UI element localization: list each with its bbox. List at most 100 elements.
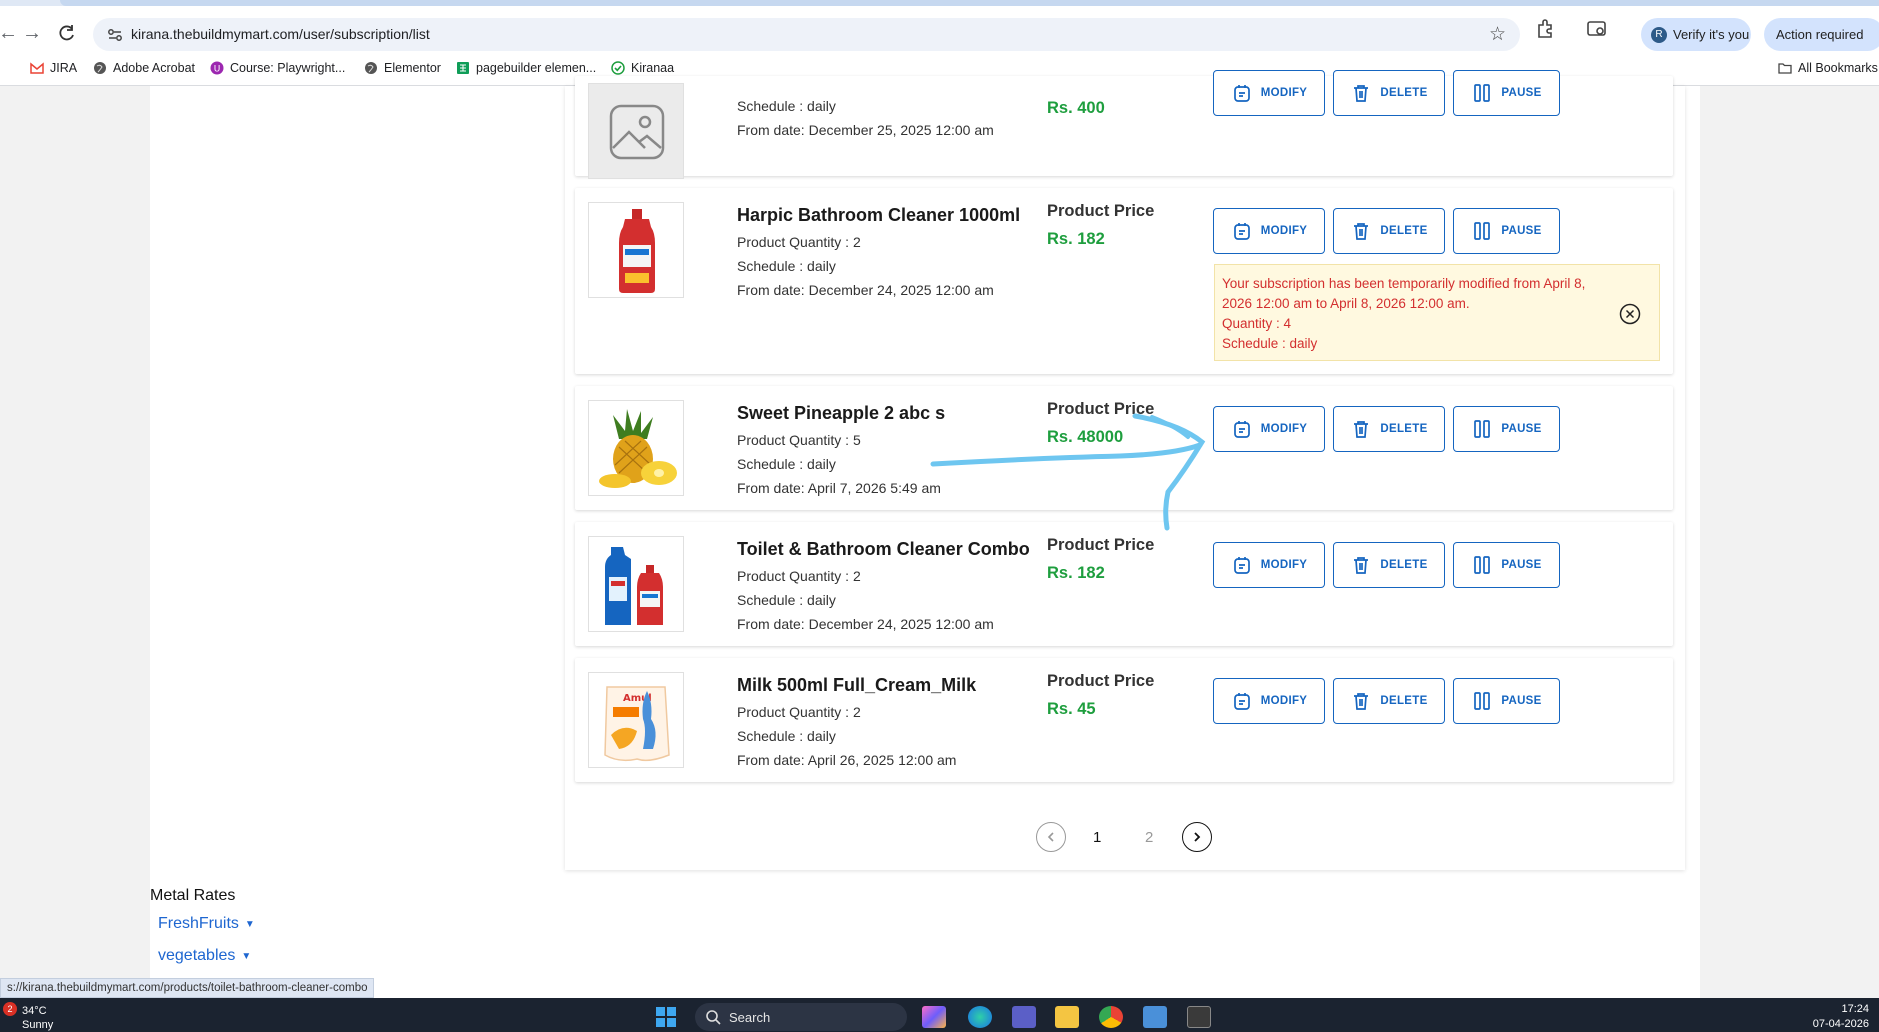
- notepad-icon[interactable]: [1143, 1006, 1167, 1028]
- delete-button[interactable]: DELETE: [1333, 406, 1445, 452]
- modify-button[interactable]: MODIFY: [1213, 406, 1325, 452]
- file-explorer-icon[interactable]: [1055, 1006, 1079, 1028]
- teams-icon[interactable]: [1012, 1006, 1036, 1028]
- product-name[interactable]: Harpic Bathroom Cleaner 1000ml: [737, 205, 1020, 226]
- product-name[interactable]: Sweet Pineapple 2 abc s: [737, 403, 945, 424]
- extensions-icon[interactable]: [1534, 17, 1558, 41]
- schedule-text: Schedule : daily: [737, 728, 836, 744]
- trash-icon: [1354, 693, 1369, 710]
- pause-button[interactable]: PAUSE: [1453, 542, 1560, 588]
- modify-button[interactable]: MODIFY: [1213, 70, 1325, 116]
- address-bar[interactable]: kirana.thebuildmymart.com/user/subscript…: [93, 18, 1520, 51]
- chevron-left-icon: [1047, 832, 1054, 842]
- clock-date: 07-04-2026: [1812, 1018, 1869, 1030]
- category-link-vegetables[interactable]: vegetables ▼: [158, 947, 251, 965]
- weather-description: Sunny: [22, 1019, 54, 1031]
- pause-button[interactable]: PAUSE: [1453, 678, 1560, 724]
- harpic-bottle-image: [619, 209, 655, 293]
- milk-pack-image: Amul: [604, 686, 670, 762]
- svg-text:U: U: [214, 65, 221, 75]
- price-value: Rs. 182: [1047, 564, 1105, 582]
- prev-page-button[interactable]: [1036, 822, 1066, 852]
- close-notice-icon[interactable]: [1619, 303, 1641, 325]
- bookmark-elementor[interactable]: Elementor: [364, 61, 441, 75]
- bookmark-jira[interactable]: JIRA: [30, 61, 77, 75]
- temporary-modification-notice: Your subscription has been temporarily m…: [1214, 264, 1660, 361]
- bookmark-star-icon[interactable]: ☆: [1489, 23, 1506, 46]
- modify-icon: [1233, 693, 1250, 710]
- pause-button[interactable]: PAUSE: [1453, 70, 1560, 116]
- pause-icon: [1474, 556, 1491, 574]
- delete-button[interactable]: DELETE: [1333, 542, 1445, 588]
- verify-identity-button[interactable]: R Verify it's you: [1641, 18, 1751, 51]
- app-box-icon[interactable]: [1187, 1006, 1211, 1028]
- clock-time[interactable]: 17:24: [1841, 1003, 1869, 1015]
- url-text[interactable]: kirana.thebuildmymart.com/user/subscript…: [131, 26, 430, 42]
- delete-button[interactable]: DELETE: [1333, 208, 1445, 254]
- trash-icon: [1354, 421, 1369, 438]
- modify-button[interactable]: MODIFY: [1213, 678, 1325, 724]
- action-required-button[interactable]: Action required: [1764, 18, 1879, 51]
- search-icon: [706, 1010, 721, 1025]
- copilot-icon[interactable]: [922, 1006, 946, 1028]
- reload-icon[interactable]: [53, 19, 81, 47]
- price-label: Product Price: [1047, 672, 1155, 690]
- page-1-button[interactable]: 1: [1093, 829, 1101, 846]
- forward-icon[interactable]: →: [18, 19, 46, 47]
- price-label: Product Price: [1047, 536, 1155, 554]
- pause-button[interactable]: PAUSE: [1453, 406, 1560, 452]
- browser-toolbar: ← → kirana.thebuildmymart.com/user/subsc…: [0, 6, 1879, 52]
- modify-button[interactable]: MODIFY: [1213, 208, 1325, 254]
- bookmark-course-playwright[interactable]: U Course: Playwright...: [210, 61, 345, 75]
- bookmark-kiranaa[interactable]: Kiranaa: [611, 61, 674, 75]
- product-image-placeholder: [588, 83, 684, 179]
- caret-down-icon: ▼: [241, 950, 252, 962]
- trash-icon: [1354, 557, 1369, 574]
- category-link-freshfruits[interactable]: FreshFruits ▼: [158, 915, 255, 933]
- edge-icon[interactable]: [968, 1006, 992, 1028]
- quantity-text: Product Quantity : 2: [737, 568, 861, 584]
- delete-button[interactable]: DELETE: [1333, 678, 1445, 724]
- site-settings-icon[interactable]: [105, 25, 125, 45]
- delete-button[interactable]: DELETE: [1333, 70, 1445, 116]
- weather-temperature[interactable]: 34°C: [22, 1005, 47, 1017]
- product-image[interactable]: Amul: [588, 672, 684, 768]
- from-date-text: From date: April 7, 2026 5:49 am: [737, 480, 941, 496]
- from-date-text: From date: December 24, 2025 12:00 am: [737, 282, 994, 298]
- caret-down-icon: ▼: [244, 918, 255, 930]
- subscription-card: Toilet & Bathroom Cleaner Combo Product …: [575, 522, 1673, 646]
- modify-button[interactable]: MODIFY: [1213, 542, 1325, 588]
- bookmark-pagebuilder[interactable]: pagebuilder elemen...: [456, 61, 596, 75]
- windows-start-icon[interactable]: [655, 1006, 677, 1028]
- product-image[interactable]: [588, 400, 684, 496]
- cleaner-combo-image: [605, 547, 663, 625]
- pause-button[interactable]: PAUSE: [1453, 208, 1560, 254]
- chrome-icon[interactable]: [1099, 1006, 1123, 1028]
- all-bookmarks[interactable]: All Bookmarks: [1778, 61, 1878, 75]
- price-label: Product Price: [1047, 400, 1155, 418]
- product-name[interactable]: Milk 500ml Full_Cream_Milk: [737, 675, 976, 696]
- product-image[interactable]: [588, 536, 684, 632]
- pause-icon: [1474, 222, 1491, 240]
- tab-search-icon[interactable]: [1585, 17, 1609, 41]
- price-value: Rs. 400: [1047, 99, 1105, 117]
- globe-icon: [94, 62, 106, 74]
- subscription-card: Amul Milk 500ml Full_Cream_Milk Product …: [575, 658, 1673, 782]
- notice-schedule: Schedule : daily: [1222, 336, 1318, 351]
- bookmark-adobe-acrobat[interactable]: Adobe Acrobat: [93, 61, 195, 75]
- taskbar-search[interactable]: Search: [695, 1003, 907, 1031]
- modify-icon: [1233, 85, 1250, 102]
- product-image[interactable]: [588, 202, 684, 298]
- windows-taskbar: 2 34°C Sunny Search 17:24 07-04-2026: [0, 998, 1879, 1032]
- folder-icon: [1778, 63, 1792, 74]
- image-placeholder-icon: [609, 104, 665, 160]
- notice-line: Your subscription has been temporarily m…: [1222, 276, 1586, 291]
- price-value: Rs. 48000: [1047, 428, 1124, 446]
- price-value: Rs. 182: [1047, 230, 1105, 248]
- gmail-icon: [30, 62, 44, 74]
- next-page-button[interactable]: [1182, 822, 1212, 852]
- trash-icon: [1354, 85, 1369, 102]
- quantity-text: Product Quantity : 2: [737, 234, 861, 250]
- page-2-button[interactable]: 2: [1145, 829, 1153, 846]
- product-name[interactable]: Toilet & Bathroom Cleaner Combo: [737, 539, 1030, 560]
